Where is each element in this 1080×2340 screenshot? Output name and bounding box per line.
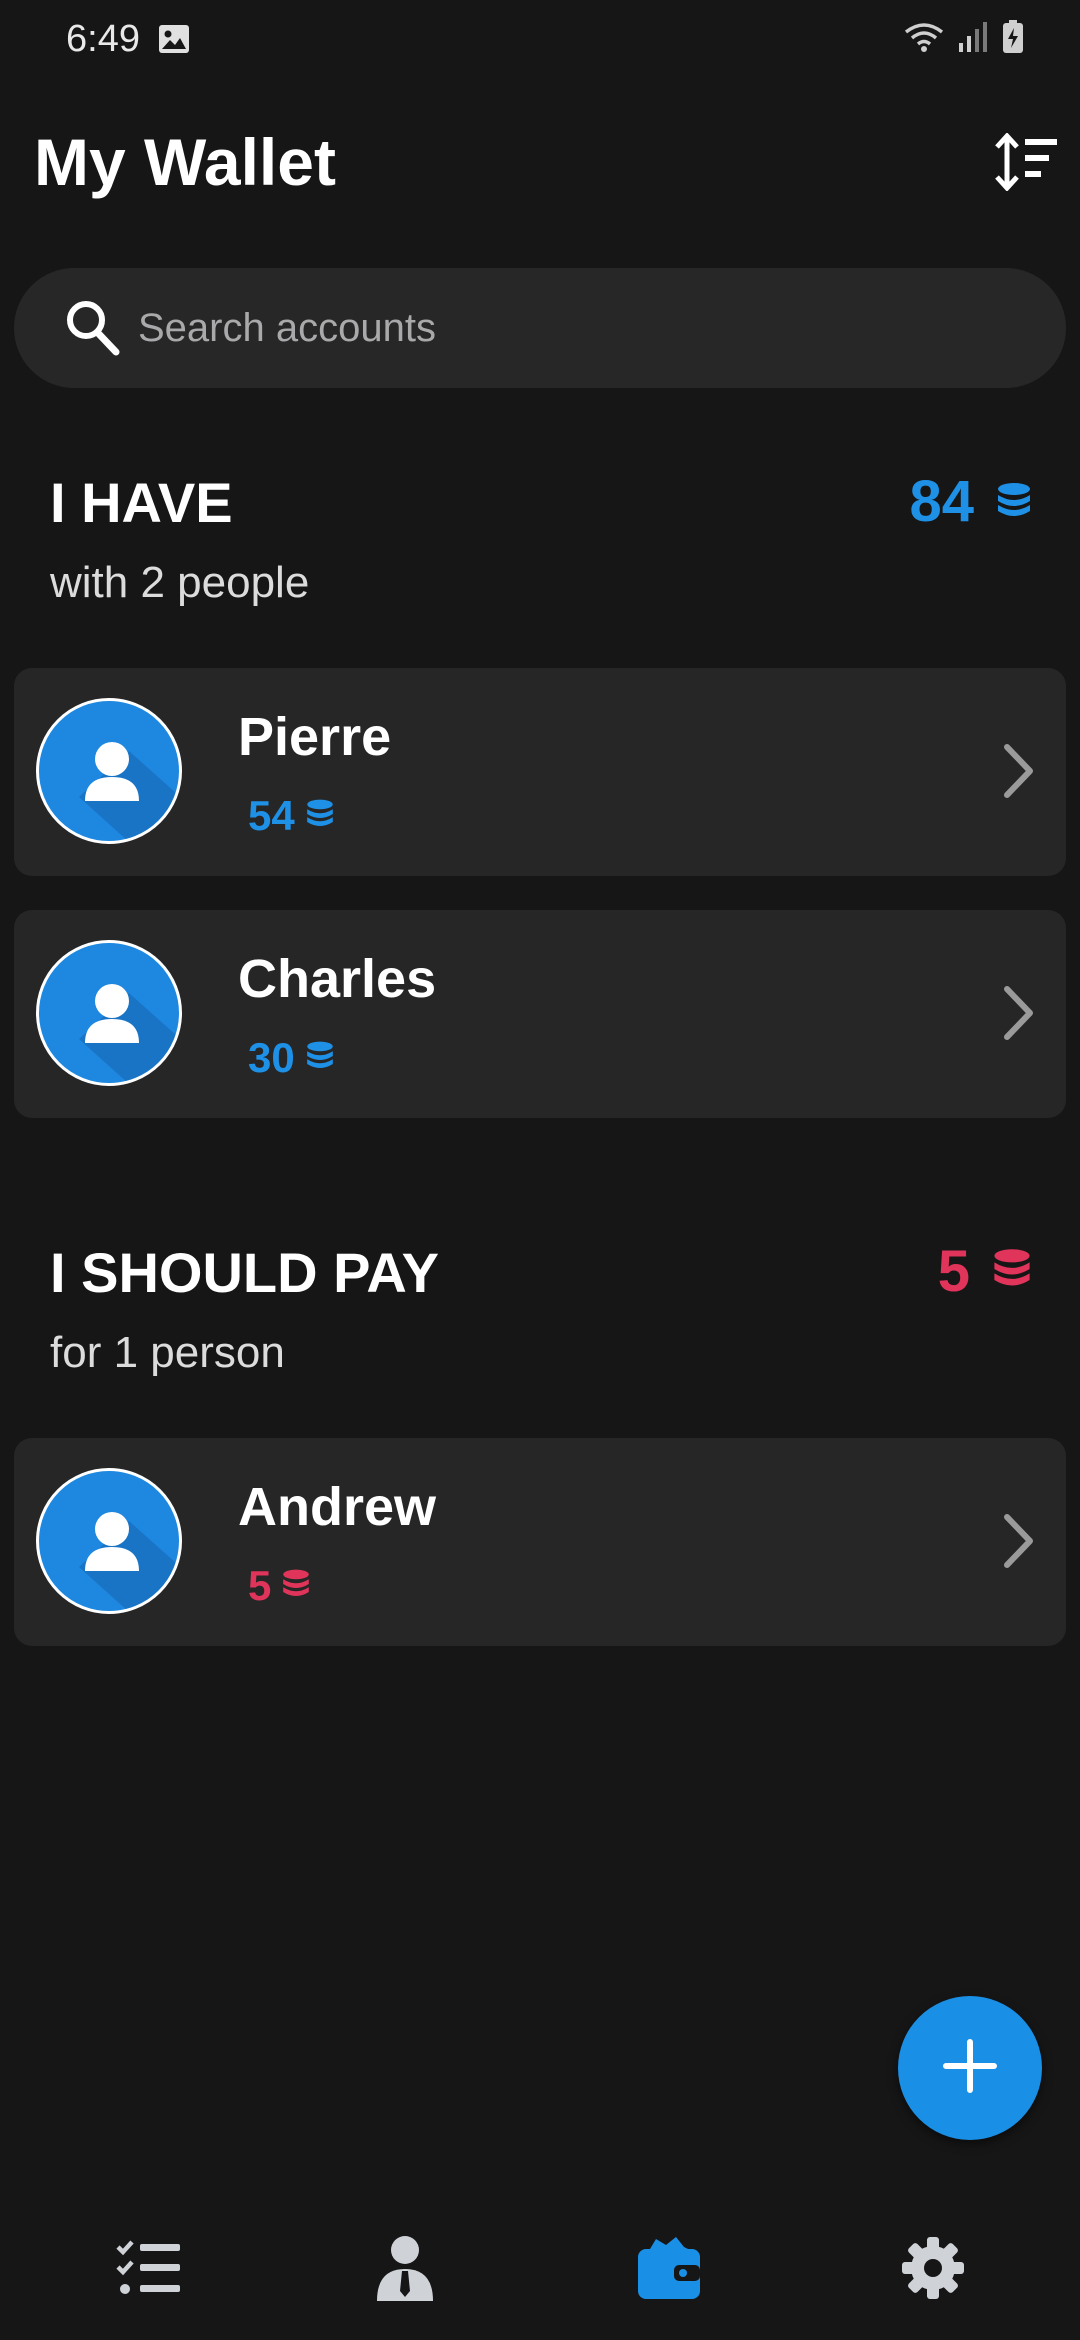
section-subtitle-i-have: with 2 people [50, 558, 310, 607]
avatar [36, 698, 182, 844]
gear-icon [900, 2235, 966, 2306]
nav-item-settings[interactable] [888, 2230, 978, 2310]
account-amount-value: 5 [248, 1562, 272, 1609]
chevron-right-icon [1002, 742, 1036, 805]
account-card-pierre[interactable]: Pierre 54 [14, 668, 1066, 876]
add-account-button[interactable] [898, 1996, 1042, 2140]
search-bar[interactable] [14, 268, 1066, 388]
nav-item-people[interactable] [360, 2230, 450, 2310]
avatar [36, 1468, 182, 1614]
battery-icon [1002, 20, 1024, 59]
chevron-right-icon [1002, 1512, 1036, 1575]
section-total-i-have: 84 [909, 468, 1032, 535]
page-title: My Wallet [34, 125, 336, 199]
status-bar: 6:49 [0, 0, 1080, 84]
signal-icon [958, 21, 988, 58]
coins-icon [305, 792, 335, 840]
wallet-screen: 6:49 My Wallet Search accounts I HAVE wi… [0, 0, 1080, 2340]
person-icon [375, 2235, 435, 2306]
sort-button[interactable] [990, 128, 1062, 200]
nav-item-wallet[interactable] [624, 2230, 714, 2310]
account-card-charles[interactable]: Charles 30 [14, 910, 1066, 1118]
section-subtitle-i-should-pay: for 1 person [50, 1328, 285, 1377]
search-icon [64, 298, 122, 363]
section-title-i-should-pay: I SHOULD PAY [50, 1241, 439, 1304]
status-time: 6:49 [66, 18, 140, 60]
account-name: Charles [238, 949, 437, 1009]
section-title-i-have: I HAVE [50, 471, 233, 534]
bottom-nav [0, 2200, 1080, 2340]
coins-icon [305, 1034, 335, 1082]
account-amount: 30 [248, 1034, 335, 1082]
plus-icon [942, 2038, 998, 2099]
coins-icon [281, 1562, 311, 1610]
section-total-value: 5 [937, 1239, 970, 1304]
account-amount: 54 [248, 792, 335, 840]
wifi-icon [904, 20, 944, 59]
section-total-value: 84 [909, 469, 974, 534]
account-card-andrew[interactable]: Andrew 5 [14, 1438, 1066, 1646]
account-amount-value: 54 [248, 792, 295, 839]
account-amount: 5 [248, 1562, 311, 1610]
nav-item-checklist[interactable] [104, 2230, 194, 2310]
account-name: Pierre [238, 707, 392, 767]
status-icons [904, 20, 1024, 59]
chevron-right-icon [1002, 984, 1036, 1047]
sort-icon [993, 131, 1059, 196]
search-input[interactable] [138, 268, 1018, 388]
gallery-notification-icon [158, 24, 190, 59]
account-amount-value: 30 [248, 1034, 295, 1081]
coins-icon [996, 468, 1032, 535]
avatar [36, 940, 182, 1086]
account-name: Andrew [238, 1477, 437, 1537]
coins-icon [992, 1238, 1032, 1305]
section-total-i-should-pay: 5 [938, 1238, 1032, 1305]
wallet-icon [636, 2235, 702, 2306]
checklist-icon [116, 2239, 182, 2302]
